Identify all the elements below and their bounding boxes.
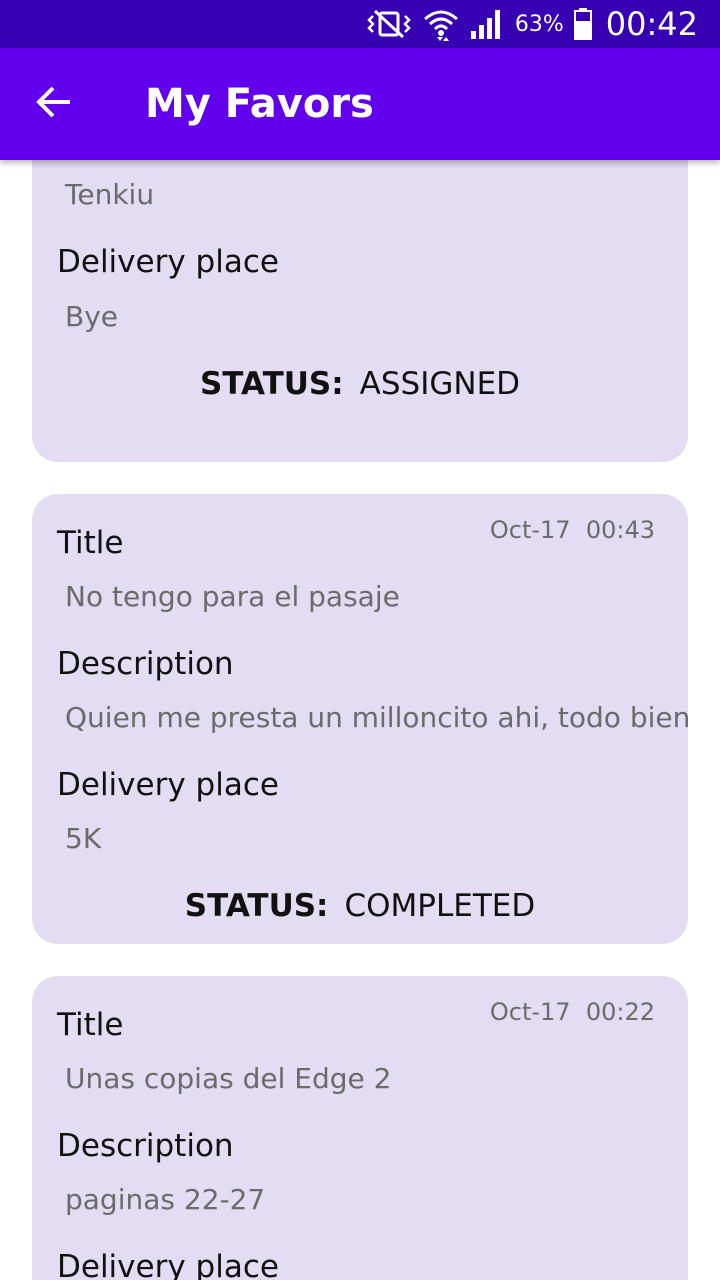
delivery-place-label: Delivery place [57,1249,279,1280]
status-value: COMPLETED [344,888,536,924]
timestamp-date: Oct-17 [489,998,571,1026]
description-label: Description [57,1128,234,1164]
delivery-place-value: Bye [65,300,119,333]
title-value: No tengo para el pasaje [65,580,400,613]
page-title: My Favors [145,81,374,127]
arrow-left-icon [36,84,72,125]
signal-icon [469,7,505,41]
title-label: Title [57,1007,124,1043]
description-value: Quien me presta un milloncito ahi, todo … [65,701,688,734]
title-value: Unas copias del Edge 2 [65,1062,392,1095]
delivery-place-label: Delivery place [57,244,279,280]
battery-icon [573,8,592,40]
favor-card[interactable]: Oct-17 00:22 Title Unas copias del Edge … [32,976,688,1280]
status-line: STATUS: ASSIGNED [32,366,688,402]
favor-card[interactable]: Oct-17 00:43 Title No tengo para el pasa… [32,494,688,944]
wifi-icon [423,7,459,41]
timestamp-date: Oct-17 [489,516,571,544]
description-label: Description [57,646,234,682]
battery-percent: 63% [514,11,564,37]
description-value: paginas 22-27 [65,1183,266,1216]
status-label: STATUS: [184,888,329,924]
status-line: STATUS: COMPLETED [32,888,688,924]
timestamp-time: 00:22 [585,998,655,1026]
app-bar: My Favors [0,48,720,160]
timestamp: Oct-17 00:43 [490,516,655,544]
timestamp-time: 00:43 [585,516,655,544]
favors-list[interactable]: Description Tenkiu Delivery place Bye ST… [0,160,720,1280]
favor-card[interactable]: Description Tenkiu Delivery place Bye ST… [32,160,688,462]
clock: 00:42 [605,5,698,43]
back-button[interactable] [22,76,86,132]
status-label: STATUS: [199,366,344,402]
status-bar: 63% 00:42 [0,0,720,48]
status-icons: 63% 00:42 [365,0,698,48]
timestamp: Oct-17 00:22 [490,998,655,1026]
vibrate-icon [365,7,413,41]
description-value: Tenkiu [65,178,155,211]
delivery-place-label: Delivery place [57,767,279,803]
delivery-place-value: 5K [65,822,102,855]
title-label: Title [57,525,124,561]
status-value: ASSIGNED [359,366,521,402]
